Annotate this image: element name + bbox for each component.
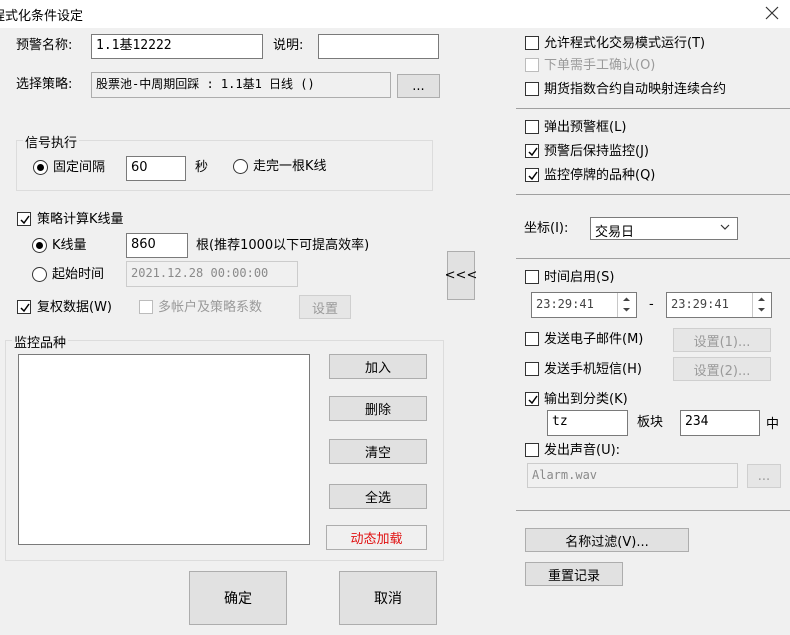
play-sound-label: 发出声音(U): [544, 443, 621, 458]
time-from-value: 23:29:41 [536, 297, 594, 311]
restore-rights-checkbox[interactable] [17, 300, 31, 314]
name-filter-button[interactable]: 名称过滤(V)... [525, 528, 689, 552]
start-time-label: 起始时间 [52, 267, 105, 282]
kline-count-radio[interactable] [32, 238, 47, 253]
time-to-spinner[interactable] [752, 293, 770, 317]
time-to-value: 23:29:41 [671, 297, 729, 311]
block-input[interactable]: 234 [680, 410, 760, 436]
select-all-button[interactable]: 全选 [329, 484, 427, 509]
futures-map-label: 期货指数合约自动映射连续合约 [544, 82, 727, 97]
play-sound-checkbox[interactable] [525, 443, 539, 457]
time-from-spinner[interactable] [617, 293, 635, 317]
monitor-suspended-checkbox[interactable] [525, 168, 539, 182]
multi-account-settings-button[interactable]: 设置 [299, 295, 351, 319]
manual-confirm-checkbox[interactable] [525, 58, 539, 72]
monitor-suspended-label: 监控停牌的品种(Q) [544, 168, 656, 183]
fixed-interval-input[interactable]: 60 [126, 156, 186, 181]
restore-rights-label: 复权数据(W) [37, 300, 112, 315]
time-dash: - [649, 297, 654, 312]
separator [516, 108, 790, 109]
popup-alert-label: 弹出预警框(L) [544, 120, 627, 135]
calc-kline-checkbox[interactable] [17, 212, 31, 226]
sound-browse-button[interactable]: ... [747, 464, 781, 488]
time-enable-label: 时间启用(S) [544, 270, 615, 285]
coord-select[interactable]: 交易日 [590, 217, 738, 240]
keep-monitor-label: 预警后保持监控(J) [544, 144, 649, 159]
send-email-label: 发送电子邮件(M) [544, 332, 644, 347]
keep-monitor-checkbox[interactable] [525, 144, 539, 158]
description-label: 说明: [273, 38, 304, 53]
description-input[interactable] [318, 34, 439, 59]
multi-account-label: 多帐户及策略系数 [158, 300, 263, 315]
send-sms-label: 发送手机短信(H) [544, 362, 642, 377]
strategy-browse-button[interactable]: ... [397, 74, 440, 98]
delete-button[interactable]: 删除 [329, 396, 427, 421]
monitor-list[interactable] [18, 354, 310, 545]
allow-program-trade-label: 允许程式化交易模式运行(T) [544, 36, 706, 51]
manual-confirm-label: 下单需手工确认(O) [544, 58, 656, 73]
separator [516, 510, 790, 511]
seconds-unit: 秒 [195, 160, 209, 175]
coord-label: 坐标(I): [524, 221, 569, 236]
fixed-interval-radio[interactable] [33, 160, 48, 175]
block-suffix: 中 [766, 417, 780, 432]
futures-map-checkbox[interactable] [525, 82, 539, 96]
popup-alert-checkbox[interactable] [525, 120, 539, 134]
reset-record-button[interactable]: 重置记录 [525, 562, 623, 586]
separator [516, 194, 790, 195]
dynamic-load-button[interactable]: 动态加载 [326, 525, 427, 550]
kline-finish-label: 走完一根K线 [253, 159, 327, 174]
sms-settings-button[interactable]: 设置(2)... [673, 357, 771, 381]
strategy-field[interactable]: 股票池-中周期回踩 : 1.1基1 日线 () [91, 72, 391, 98]
kline-hint: 根(推荐1000以下可提高效率) [196, 238, 370, 253]
collapse-button[interactable]: <<< [445, 251, 477, 300]
time-enable-checkbox[interactable] [525, 270, 539, 284]
sound-file-input[interactable]: Alarm.wav [527, 463, 738, 488]
fixed-interval-label: 固定间隔 [53, 160, 106, 175]
allow-program-trade-checkbox[interactable] [525, 36, 539, 50]
output-category-label: 输出到分类(K) [544, 392, 628, 407]
alert-name-label: 预警名称: [16, 38, 73, 53]
separator [516, 258, 790, 259]
kline-finish-radio[interactable] [233, 159, 248, 174]
email-settings-button[interactable]: 设置(1)... [673, 328, 771, 352]
multi-account-checkbox[interactable] [139, 300, 153, 314]
chevron-down-icon [719, 220, 731, 238]
start-time-input[interactable]: 2021.12.28 00:00:00 [126, 261, 298, 287]
kline-count-label: K线量 [52, 238, 87, 253]
coord-select-value: 交易日 [595, 225, 635, 240]
send-email-checkbox[interactable] [525, 332, 539, 346]
strategy-label: 选择策略: [16, 77, 73, 92]
close-icon[interactable] [760, 2, 784, 24]
kline-count-input[interactable]: 860 [126, 233, 188, 258]
monitor-group-title: 监控品种 [12, 332, 69, 351]
block-label: 板块 [637, 415, 664, 430]
send-sms-checkbox[interactable] [525, 362, 539, 376]
clear-button[interactable]: 清空 [329, 439, 427, 464]
output-category-checkbox[interactable] [525, 392, 539, 406]
calc-kline-label: 策略计算K线量 [37, 212, 124, 227]
add-button[interactable]: 加入 [329, 354, 427, 379]
signal-group-title: 信号执行 [23, 132, 80, 151]
cancel-button[interactable]: 取消 [339, 571, 437, 625]
title-bar: 程式化条件设定 [0, 0, 790, 28]
window-title: 程式化条件设定 [0, 9, 84, 24]
category-input[interactable]: tz [547, 410, 628, 436]
start-time-radio[interactable] [32, 267, 47, 282]
alert-name-input[interactable]: 1.1基12222 [91, 34, 263, 59]
ok-button[interactable]: 确定 [189, 571, 287, 625]
